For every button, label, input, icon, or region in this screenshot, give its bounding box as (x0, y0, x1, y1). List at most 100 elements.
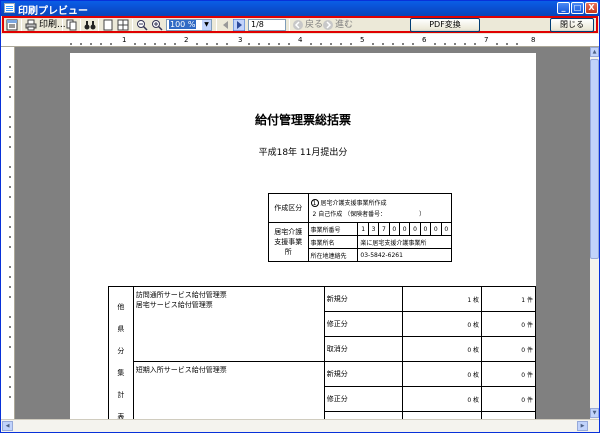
side-char: 計 (117, 390, 125, 399)
scroll-right-icon[interactable]: ▶ (577, 421, 588, 431)
window-title: 印刷プレビュー (18, 6, 88, 17)
office-no-digit: 0 (398, 222, 411, 236)
side-char: 他 (117, 302, 125, 311)
previous-page-icon[interactable] (220, 19, 232, 31)
ruler-label: 8 (531, 36, 536, 44)
row-type: 修正分 (323, 386, 404, 412)
single-page-icon[interactable] (102, 19, 114, 31)
maximize-button[interactable]: □ (571, 2, 584, 14)
submission-period: 平成18年 11月提出分 (258, 148, 348, 158)
close-button[interactable]: 閉じる (550, 18, 594, 32)
back-button[interactable]: 戻る (305, 19, 323, 31)
page-number-input[interactable]: 1/8 (248, 19, 286, 31)
row-items: 0 件 (481, 336, 536, 362)
document-title: 給付管理票総括票 (254, 113, 351, 127)
phone-number: 03-5842-6261 (357, 248, 452, 262)
ruler-label: 7 (484, 36, 489, 44)
ruler-label: 2 (184, 36, 189, 44)
row-items: 0 件 (481, 386, 536, 412)
forward-arrow-icon[interactable] (322, 19, 334, 31)
option-self: 2 自己作成 （保険者番号： ） (312, 211, 426, 218)
row-type: 取消分 (323, 336, 404, 362)
row-sheets: 0 枚 (402, 336, 483, 362)
minimize-button[interactable]: _ (557, 2, 570, 14)
office-no-digit: 0 (388, 222, 400, 236)
row-type: 取消分 (323, 411, 404, 419)
close-window-button[interactable]: X (585, 2, 598, 14)
row-type: 修正分 (323, 311, 404, 337)
phone-label: 所在地連絡先 (307, 248, 359, 262)
office-name: 楽に居宅支援介護事業所 (357, 235, 452, 249)
side-char: 県 (117, 324, 125, 333)
row-sheets: 0 枚 (402, 311, 483, 337)
selected-option-mark: 1 (310, 199, 319, 207)
office-no-digit: 0 (430, 222, 442, 236)
chevron-down-icon[interactable]: ▼ (202, 20, 211, 30)
summary-table: 他 県 分 集 計 表 訪問通所サービス給付管理票 居宅サービス給付管理票 新規… (108, 286, 536, 419)
group-home-services: 訪問通所サービス給付管理票 居宅サービス給付管理票 (132, 286, 325, 362)
vertical-scrollbar[interactable]: ▲ ▼ (590, 47, 599, 419)
ruler-label: 4 (298, 36, 303, 44)
office-no-digit: 0 (409, 222, 421, 236)
row-items (481, 411, 536, 419)
title-bar: 印刷プレビュー _ □ X (1, 1, 599, 17)
office-no-label: 事業所番号 (307, 222, 359, 236)
toolbar: 印刷... 100 % ▼ 1/8 戻る 進む PDF変換 閉じる (2, 16, 598, 33)
horizontal-scrollbar[interactable]: ◀ ▶ (1, 419, 599, 432)
side-char: 分 (117, 346, 125, 355)
binoculars-icon[interactable] (84, 19, 96, 31)
zoom-value: 100 % (169, 20, 197, 29)
side-char: 集 (117, 368, 125, 377)
creator-table: 作成区分 1 居宅介護支援事業所作成 2 自己作成 （保険者番号： ） 居宅介護支… (268, 193, 453, 262)
multi-page-icon[interactable] (117, 19, 129, 31)
horizontal-ruler: 1 2 3 4 5 6 7 8 (1, 34, 599, 47)
office-no-digit: 0 (419, 222, 432, 236)
row-sheets: 0 枚 (402, 361, 483, 387)
row-type: 新規分 (323, 361, 404, 387)
zoom-out-icon[interactable] (136, 19, 148, 31)
scroll-left-icon[interactable]: ◀ (2, 421, 13, 431)
row-items: 1 件 (481, 286, 536, 312)
page-setup-icon[interactable] (6, 19, 18, 31)
page-sheet: 給付管理票総括票 平成18年 11月提出分 作成区分 1 居宅介護支援事業所作成 … (70, 53, 536, 419)
row-items: 0 件 (481, 311, 536, 337)
office-name-label: 事業所名 (307, 235, 359, 249)
next-page-icon[interactable] (233, 19, 245, 31)
preview-area[interactable]: 給付管理票総括票 平成18年 11月提出分 作成区分 1 居宅介護支援事業所作成 … (15, 47, 590, 419)
vertical-ruler-ticks (9, 66, 11, 398)
scroll-down-icon[interactable]: ▼ (590, 408, 599, 418)
ruler-label: 1 (122, 36, 127, 44)
pdf-convert-button[interactable]: PDF変換 (410, 18, 480, 32)
ruler-label: 3 (238, 36, 243, 44)
scroll-up-icon[interactable]: ▲ (590, 47, 599, 57)
ruler-label: 6 (422, 36, 427, 44)
row-sheets: 0 枚 (402, 386, 483, 412)
creator-section-label: 作成区分 (268, 193, 309, 223)
side-label: 他 県 分 集 計 表 (108, 286, 134, 420)
row-items: 0 件 (481, 361, 536, 387)
back-arrow-icon[interactable] (292, 19, 304, 31)
group-subtitle: 居宅サービス給付管理票 (135, 301, 213, 309)
option-office: 居宅介護支援事業所作成 (320, 200, 387, 207)
side-char: 表 (117, 412, 125, 420)
row-sheets (402, 411, 483, 419)
group-title: 訪問通所サービス給付管理票 (135, 291, 227, 299)
row-sheets: 1 枚 (402, 286, 483, 312)
vertical-ruler (1, 47, 15, 419)
zoom-select[interactable]: 100 % ▼ (166, 19, 212, 31)
office-no-digit: 3 (367, 222, 380, 236)
office-no-digit: 1 (357, 222, 369, 236)
copy-icon[interactable] (66, 19, 78, 31)
office-label: 居宅介護支援事業所 (268, 222, 309, 262)
app-icon (4, 3, 15, 13)
printer-icon[interactable] (25, 19, 37, 31)
office-no-digit: 0 (440, 222, 453, 236)
ruler-label: 5 (360, 36, 365, 44)
print-preview-window: 印刷プレビュー _ □ X 印刷... 100 % ▼ 1/8 戻る 進む PD… (0, 0, 600, 433)
vertical-scroll-thumb[interactable] (590, 59, 599, 259)
group-short-stay: 短期入所サービス給付管理票 (132, 361, 325, 419)
row-type: 新規分 (323, 286, 404, 312)
office-no-digit: 7 (378, 222, 390, 236)
forward-button[interactable]: 進む (335, 19, 353, 31)
zoom-in-icon[interactable] (151, 19, 163, 31)
